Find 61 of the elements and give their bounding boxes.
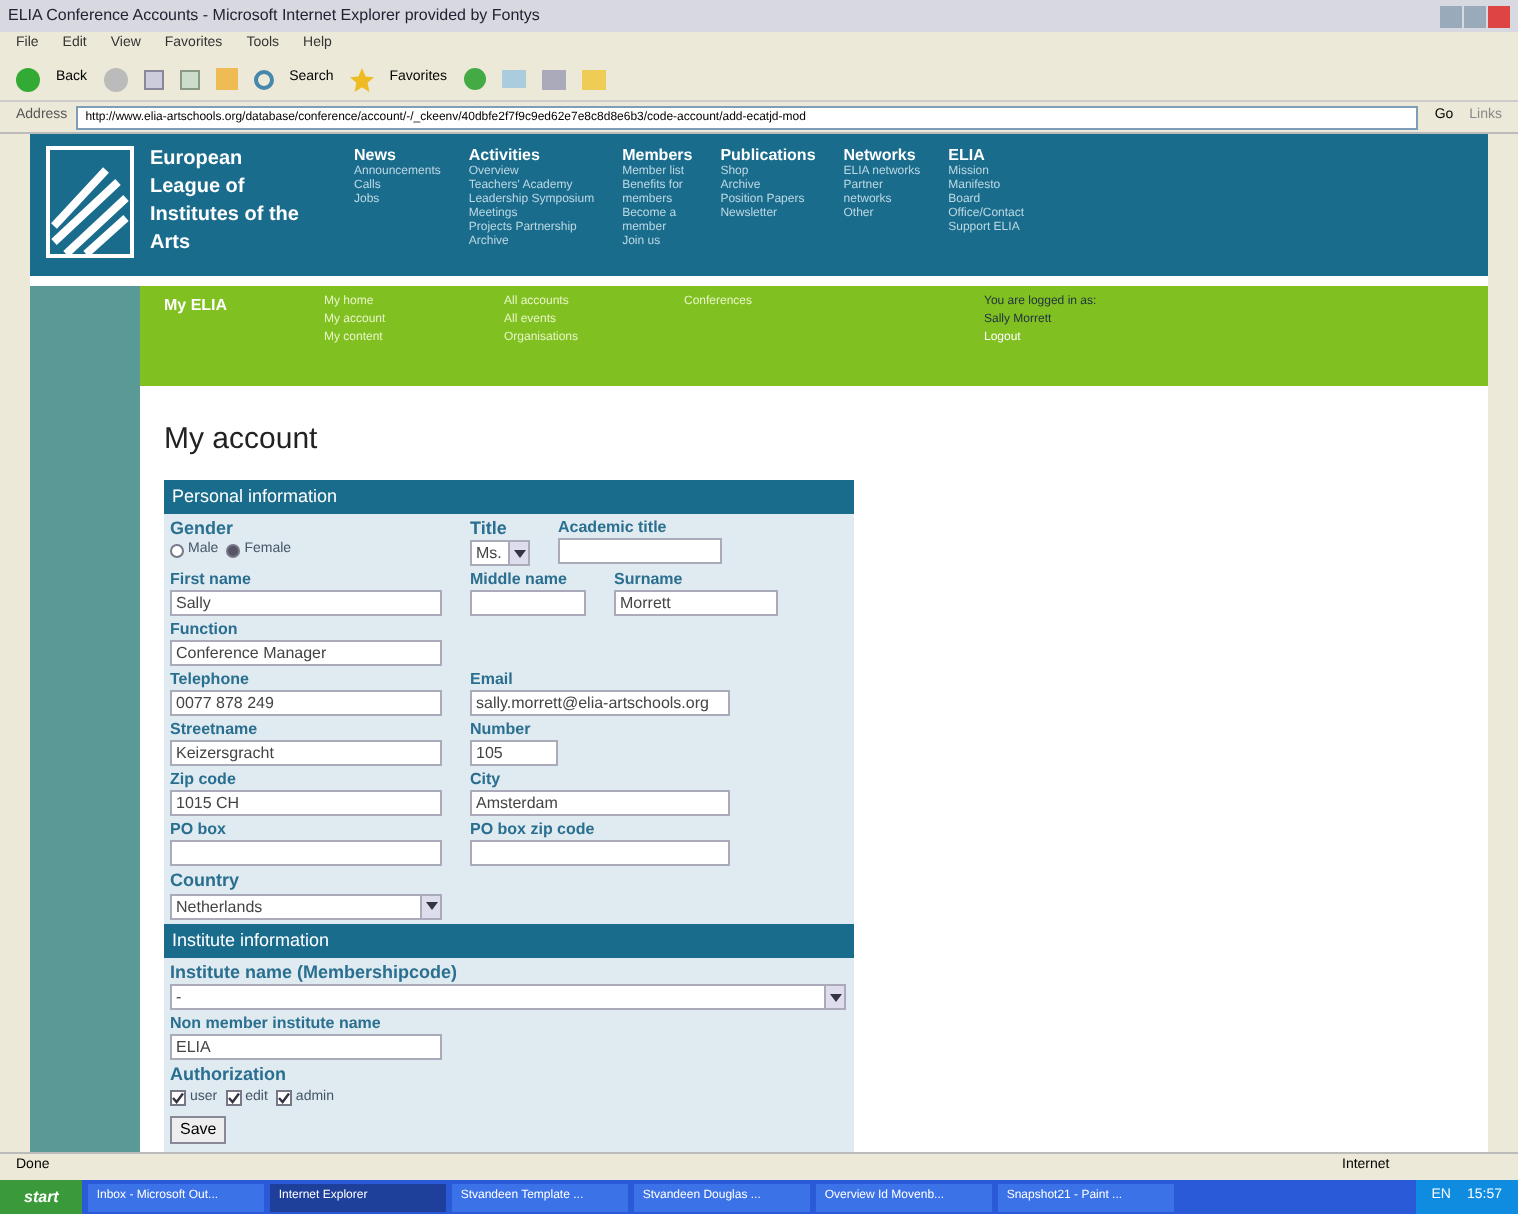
input-field[interactable]: Conference Manager — [170, 640, 442, 667]
logo-text: European League of Institutes of the Arts — [150, 146, 301, 258]
input-field[interactable] — [470, 590, 586, 617]
page-title: My account — [164, 420, 320, 460]
input-field[interactable] — [558, 538, 722, 564]
input-field[interactable] — [170, 840, 442, 867]
input-field[interactable] — [470, 840, 730, 867]
field-label: Streetname — [170, 720, 260, 741]
field-label: Title — [470, 518, 509, 541]
radio-button[interactable] — [226, 544, 241, 558]
field-label: Authorization — [170, 1064, 288, 1087]
nav-heading[interactable]: Publications — [720, 146, 816, 166]
input-field[interactable]: 105 — [470, 740, 558, 767]
field-label: Country — [170, 870, 241, 893]
section-heading: Institute information — [164, 923, 854, 958]
field-label: Academic title — [558, 518, 669, 538]
field-label: Number — [470, 720, 533, 741]
field-label: Surname — [614, 570, 685, 591]
window-title: ELIA Conference Accounts - Microsoft Internet Explorer provided by Fontys — [8, 4, 540, 28]
logo-icon — [46, 146, 134, 258]
section-heading: Personal information — [164, 479, 854, 514]
field-label: Email — [470, 670, 515, 691]
caret-icon — [824, 986, 844, 1009]
dropdown[interactable]: Ms. — [470, 540, 530, 567]
field-label: Zip code — [170, 770, 238, 791]
field-label: Non member institute name — [170, 1014, 383, 1035]
start-button[interactable]: start — [0, 1180, 83, 1214]
input-field[interactable]: Amsterdam — [470, 790, 730, 817]
field-label: Middle name — [470, 570, 569, 591]
field-label: City — [470, 770, 503, 791]
nav-heading[interactable]: News — [354, 146, 441, 166]
save-button[interactable]: Save — [170, 1116, 227, 1144]
field-label: First name — [170, 570, 253, 591]
input-field[interactable]: ELIA — [170, 1034, 442, 1061]
subnav-title: My ELIA — [164, 294, 230, 318]
star-icon[interactable] — [349, 67, 374, 91]
field-label: PO box — [170, 820, 229, 841]
caret-icon — [420, 895, 440, 917]
dropdown[interactable]: - — [170, 984, 846, 1011]
checkbox[interactable] — [275, 1089, 292, 1106]
checkbox[interactable] — [225, 1089, 242, 1106]
nav-heading[interactable]: Networks — [843, 146, 921, 166]
search-icon[interactable] — [253, 69, 274, 89]
input-field[interactable]: Sally — [170, 590, 442, 617]
dropdown[interactable]: Netherlands — [170, 893, 442, 919]
field-label: PO box zip code — [470, 820, 597, 841]
field-label: Function — [170, 620, 240, 641]
input-field[interactable]: Keizersgracht — [170, 740, 442, 767]
input-field[interactable]: sally.morrett@elia-artschools.org — [470, 690, 730, 717]
input-field[interactable]: 1015 CH — [170, 790, 442, 817]
caret-icon — [508, 542, 528, 565]
nav-heading[interactable]: ELIA — [948, 146, 1025, 166]
field-label: Telephone — [170, 670, 251, 691]
input-field[interactable]: Morrett — [614, 590, 778, 617]
nav-heading[interactable]: Members — [622, 146, 693, 166]
field-label: Gender — [170, 518, 236, 541]
radio-button[interactable] — [170, 544, 184, 558]
field-label: Institute name (Membershipcode) — [170, 962, 460, 985]
input-field[interactable]: 0077 878 249 — [170, 690, 442, 717]
nav-heading[interactable]: Activities — [468, 146, 595, 166]
checkbox[interactable] — [170, 1089, 186, 1106]
